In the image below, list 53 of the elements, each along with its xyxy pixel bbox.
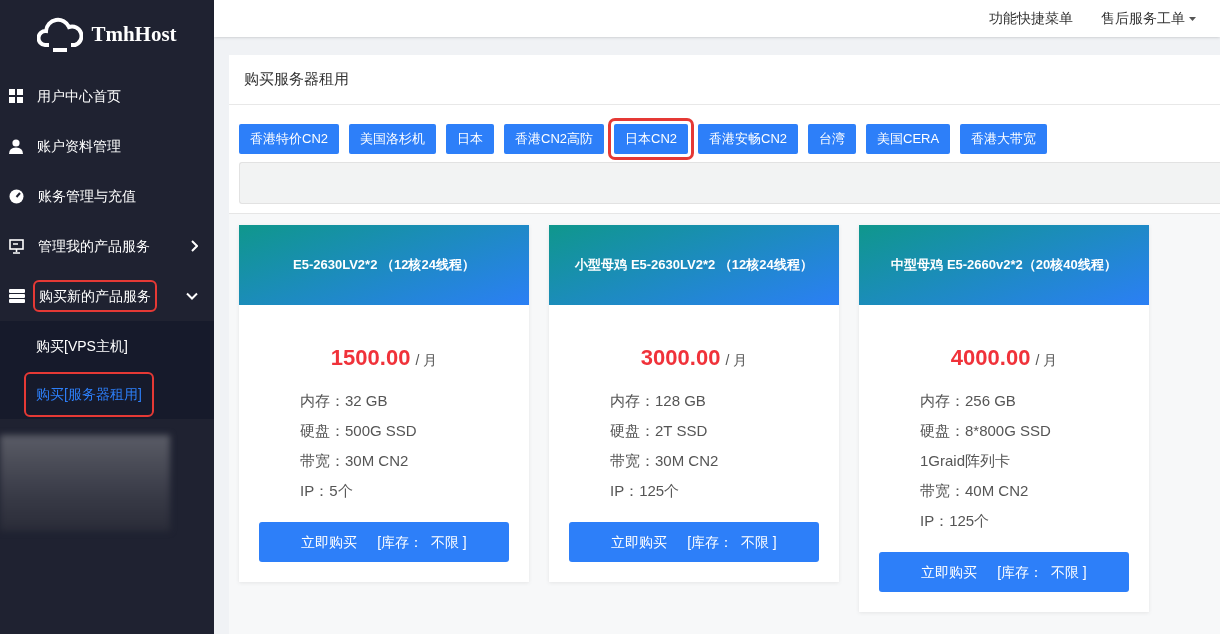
header-menu[interactable]: 功能快捷菜单 bbox=[989, 8, 1073, 29]
sidebar-item[interactable]: 管理我的产品服务 bbox=[0, 221, 214, 271]
monitor-icon bbox=[9, 238, 24, 254]
category-tab[interactable]: 美国CERA bbox=[866, 124, 951, 154]
spec-line: 1Graid阵列卡 bbox=[920, 450, 1012, 471]
card-header: E5-2630LV2*2 （12核24线程） bbox=[239, 225, 529, 305]
spec-line: 带宽：40M CN2 bbox=[920, 480, 1030, 501]
sidebar-item[interactable]: 账务管理与充值 bbox=[0, 171, 214, 221]
category-tab[interactable]: 美国洛杉机 bbox=[349, 124, 436, 154]
buy-button[interactable]: 立即购买 [库存： 不限 ] bbox=[259, 522, 509, 562]
category-tab[interactable]: 台湾 bbox=[808, 124, 857, 154]
grid-icon bbox=[9, 89, 23, 103]
annotation-outline: 购买新的产品服务 bbox=[35, 281, 155, 310]
spec-line: 带宽：30M CN2 bbox=[610, 450, 720, 471]
gauge-icon bbox=[9, 188, 24, 204]
price-unit: / 月 bbox=[1035, 351, 1058, 370]
buy-button[interactable]: 立即购买 [库存： 不限 ] bbox=[569, 522, 819, 562]
price: 1500.00 bbox=[330, 344, 411, 372]
logo-text: TmhHost bbox=[91, 21, 177, 49]
buy-button[interactable]: 立即购买 [库存： 不限 ] bbox=[879, 552, 1129, 592]
spec-line: 硬盘：500G SSD bbox=[300, 420, 418, 441]
header-menu[interactable]: 售后服务工单 bbox=[1101, 8, 1196, 29]
caret-icon bbox=[1189, 16, 1196, 21]
submenu-item[interactable]: 购买[服务器租用] bbox=[26, 373, 152, 415]
spec-line: 内存：256 GB bbox=[920, 390, 1017, 411]
cloud-bulb-icon bbox=[37, 15, 84, 55]
price: 4000.00 bbox=[950, 344, 1031, 372]
category-tab[interactable]: 香港安畅CN2 bbox=[698, 124, 799, 154]
spec-line: 硬盘：2T SSD bbox=[610, 420, 709, 441]
price: 3000.00 bbox=[640, 344, 721, 372]
server-icon bbox=[9, 289, 25, 303]
sidebar-item[interactable]: 购买新的产品服务 bbox=[0, 271, 214, 321]
spec-line: 内存：128 GB bbox=[610, 390, 707, 411]
spec-line: IP：125个 bbox=[920, 510, 991, 531]
user-icon bbox=[9, 138, 23, 154]
spec-line: IP：5个 bbox=[300, 480, 354, 501]
panel-title: 购买服务器租用 bbox=[244, 69, 349, 90]
spec-line: 硬盘：8*800G SSD bbox=[920, 420, 1052, 441]
sidebar-item[interactable]: 账户资料管理 bbox=[0, 121, 214, 171]
sidebar-item[interactable]: 用户中心首页 bbox=[0, 71, 214, 121]
card-header: 小型母鸡 E5-2630LV2*2 （12核24线程） bbox=[549, 225, 839, 305]
price-unit: / 月 bbox=[725, 351, 748, 370]
category-tab[interactable]: 香港大带宽 bbox=[960, 124, 1048, 154]
spec-line: 内存：32 GB bbox=[300, 390, 389, 411]
price-unit: / 月 bbox=[415, 351, 438, 370]
card-header: 中型母鸡 E5-2660v2*2（20核40线程） bbox=[859, 225, 1149, 305]
category-tab[interactable]: 香港CN2高防 bbox=[504, 124, 605, 154]
spec-line: 带宽：30M CN2 bbox=[300, 450, 410, 471]
category-tab[interactable]: 日本 bbox=[446, 124, 494, 154]
category-tab[interactable]: 香港特价CN2 bbox=[239, 124, 339, 154]
submenu-item[interactable]: 购买[VPS主机] bbox=[26, 325, 138, 367]
category-tab[interactable]: 日本CN2 bbox=[614, 124, 689, 154]
spec-line: IP：125个 bbox=[610, 480, 681, 501]
